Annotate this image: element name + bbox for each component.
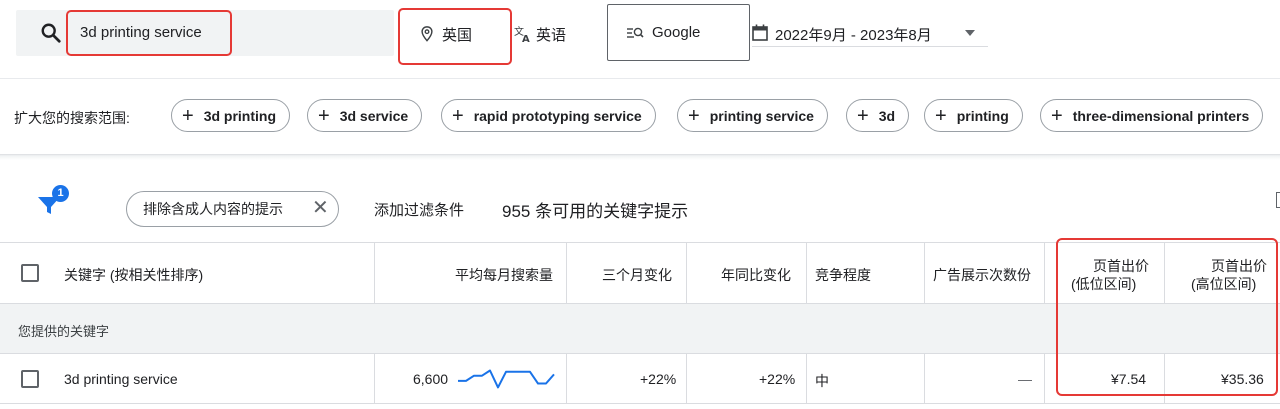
- column-divider: [1044, 354, 1045, 404]
- filter-count-badge: 1: [52, 185, 69, 202]
- plus-icon: +: [452, 104, 464, 127]
- plus-icon: +: [1051, 104, 1063, 127]
- column-divider: [374, 354, 375, 404]
- broaden-chip-printing[interactable]: + printing: [924, 99, 1023, 132]
- column-divider: [686, 354, 687, 404]
- svg-text:A: A: [522, 34, 530, 43]
- plus-icon: +: [857, 104, 869, 127]
- broaden-chip-three-dimensional-printers[interactable]: + three-dimensional printers: [1040, 99, 1264, 132]
- cell-competition: 中: [815, 373, 829, 389]
- broaden-search-label: 扩大您的搜索范围:: [14, 110, 130, 126]
- column-divider: [566, 354, 567, 404]
- date-range-underline: [752, 46, 988, 47]
- search-icon[interactable]: [40, 22, 62, 44]
- header-keyword[interactable]: 关键字 (按相关性排序): [64, 265, 203, 285]
- broaden-chip-rapid-prototyping-service[interactable]: + rapid prototyping service: [441, 99, 656, 132]
- cell-ad-impression-share: —: [1018, 371, 1032, 387]
- header-ad-impression-share[interactable]: 广告展示次数份: [933, 265, 1041, 285]
- location-highlight-box: [398, 8, 512, 65]
- column-divider: [924, 354, 925, 404]
- exclude-adult-ideas-chip[interactable]: 排除含成人内容的提示: [126, 191, 339, 227]
- plus-icon: +: [318, 104, 330, 127]
- broaden-chip-printing-service[interactable]: + printing service: [677, 99, 828, 132]
- calendar-icon: [752, 24, 768, 41]
- cell-keyword: 3d printing service: [64, 371, 178, 387]
- translate-icon: 文 A: [514, 25, 530, 43]
- plus-icon: +: [935, 104, 947, 127]
- column-divider: [374, 243, 375, 304]
- plus-icon: +: [688, 104, 700, 127]
- select-all-checkbox[interactable]: [21, 264, 39, 282]
- column-divider: [806, 354, 807, 404]
- column-divider: [806, 243, 807, 304]
- broaden-chip-3d-printing[interactable]: +3d printing: [171, 99, 291, 132]
- search-trend-sparkline[interactable]: [456, 362, 558, 396]
- date-range-selector[interactable]: 2022年9月 - 2023年8月: [775, 24, 932, 45]
- header-three-month-change[interactable]: 三个月变化: [602, 265, 672, 285]
- plus-icon: +: [182, 104, 194, 127]
- column-divider: [1044, 243, 1045, 304]
- exclude-adult-ideas-label: 排除含成人内容的提示: [143, 201, 283, 217]
- language-selector[interactable]: 英语: [536, 24, 566, 45]
- search-highlight-box: [66, 10, 232, 56]
- search-network-icon: [627, 27, 644, 38]
- search-network-label: Google: [652, 24, 701, 41]
- column-divider: [566, 243, 567, 304]
- close-icon[interactable]: ✕: [312, 198, 329, 218]
- add-filter-button[interactable]: 添加过滤条件: [374, 199, 464, 220]
- column-toggle-icon[interactable]: [1276, 192, 1280, 208]
- header-yoy-change[interactable]: 年同比变化: [721, 265, 791, 285]
- header-competition[interactable]: 竞争程度: [815, 265, 871, 285]
- chevron-down-icon[interactable]: [964, 29, 976, 37]
- broaden-chip-3d-service[interactable]: +3d service: [307, 99, 423, 132]
- group-label-provided-keywords: 您提供的关键字: [18, 324, 110, 339]
- column-divider: [686, 243, 687, 304]
- trend-line: [458, 369, 555, 389]
- cell-yoy-change: +22%: [759, 371, 796, 387]
- header-avg-monthly-searches[interactable]: 平均每月搜索量: [455, 265, 553, 285]
- cell-avg-monthly-searches: 6,600: [413, 371, 449, 387]
- keyword-ideas-count: 955 条可用的关键字提示: [502, 202, 689, 221]
- column-divider: [924, 243, 925, 304]
- section-divider: [0, 154, 1280, 160]
- bid-columns-highlight-box: [1056, 238, 1278, 396]
- broaden-chip-3d[interactable]: +3d: [846, 99, 910, 132]
- cell-three-month-change: +22%: [640, 371, 677, 387]
- row-checkbox[interactable]: [21, 370, 39, 388]
